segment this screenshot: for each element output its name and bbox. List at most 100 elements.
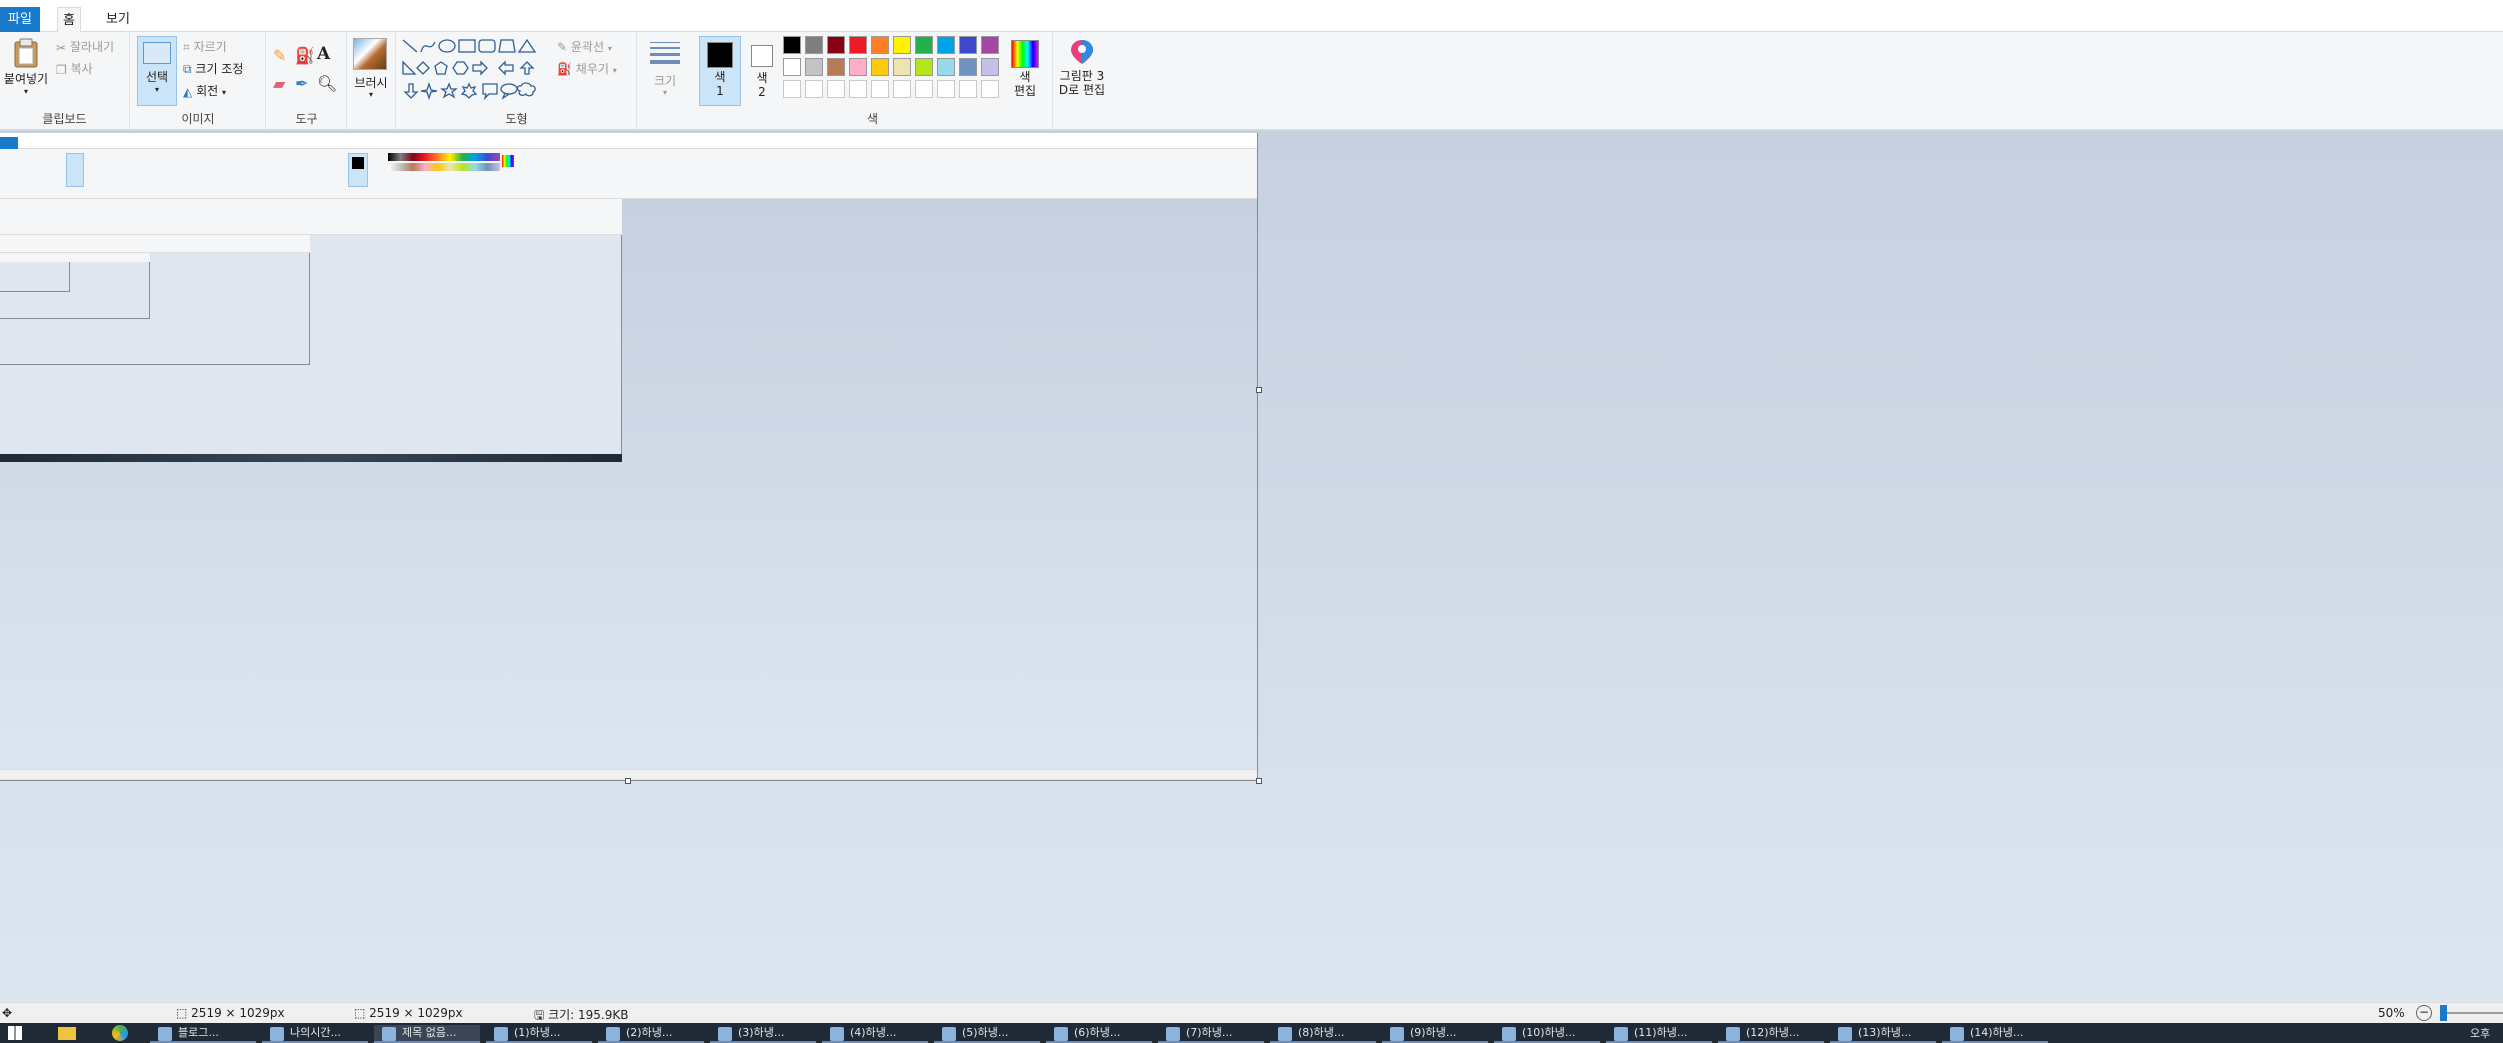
taskbar-item[interactable]: (6)하냉... <box>1046 1025 1152 1043</box>
resize-button[interactable]: ⧉ 크기 조정 <box>183 60 243 77</box>
palette-swatch[interactable] <box>937 36 955 54</box>
custom-color-slot[interactable] <box>915 80 933 98</box>
fill-label: 채우기 <box>575 62 609 76</box>
select-label: 선택 <box>145 70 169 84</box>
tools-group: ✎ ⛽ A ▰ ✒ 🔍︎ 도구 <box>267 32 347 130</box>
tab-file[interactable]: 파일 <box>0 7 40 32</box>
palette-swatch[interactable] <box>783 36 801 54</box>
taskbar-item[interactable]: 제목 없음... <box>374 1025 480 1043</box>
palette-swatch[interactable] <box>915 58 933 76</box>
size-group[interactable]: 크기 ▾ <box>638 32 692 130</box>
chevron-down-icon: ▾ <box>607 44 612 53</box>
taskbar-item[interactable]: (9)하냉... <box>1382 1025 1488 1043</box>
fill-button[interactable]: ⛽ 채우기 ▾ <box>557 60 617 77</box>
palette-swatch[interactable] <box>981 58 999 76</box>
app-icon <box>1166 1027 1180 1041</box>
taskbar-item[interactable]: (7)하냉... <box>1158 1025 1264 1043</box>
taskbar-item[interactable]: (14)하냉... <box>1942 1025 2048 1043</box>
text-tool-icon[interactable]: A <box>317 44 330 64</box>
app-icon <box>270 1027 284 1041</box>
custom-color-slot[interactable] <box>959 80 977 98</box>
rotate-button[interactable]: ◭ 회전 ▾ <box>183 82 226 99</box>
brushes-group[interactable]: 브러시 ▾ <box>348 32 396 130</box>
palette-swatch[interactable] <box>827 58 845 76</box>
taskbar-item[interactable]: (5)하냉... <box>934 1025 1040 1043</box>
palette-swatch[interactable] <box>783 58 801 76</box>
custom-color-slot[interactable] <box>893 80 911 98</box>
taskbar-item[interactable]: (2)하냉... <box>598 1025 704 1043</box>
image-group-label: 이미지 <box>181 112 215 126</box>
palette-swatch[interactable] <box>893 36 911 54</box>
fill-bucket-icon[interactable]: ⛽ <box>295 46 315 65</box>
crop-button[interactable]: ⌗ 자르기 <box>183 38 227 55</box>
palette-swatch[interactable] <box>937 58 955 76</box>
palette-swatch[interactable] <box>849 36 867 54</box>
taskbar-item[interactable]: (12)하냉... <box>1718 1025 1824 1043</box>
taskbar-item[interactable]: 블로그... <box>150 1025 256 1043</box>
taskbar-item[interactable]: (10)하냉... <box>1494 1025 1600 1043</box>
paste-button[interactable]: 붙여넣기 ▾ <box>0 38 52 96</box>
resize-handle-corner[interactable] <box>1256 778 1262 784</box>
taskbar-item[interactable]: (1)하냉... <box>486 1025 592 1043</box>
canvas-image[interactable] <box>0 133 1258 781</box>
chevron-down-icon: ▾ <box>154 85 159 94</box>
chevron-down-icon: ▾ <box>368 90 373 99</box>
resize-handle-right[interactable] <box>1256 387 1262 393</box>
taskbar-item-label: (14)하냉... <box>1970 1026 2024 1039</box>
pencil-icon[interactable]: ✎ <box>273 46 286 65</box>
selection-size-icon: ⬚ <box>354 1006 366 1020</box>
taskbar-item[interactable]: (11)하냉... <box>1606 1025 1712 1043</box>
taskbar-item[interactable]: 나의시간... <box>262 1025 368 1043</box>
palette-swatch[interactable] <box>827 36 845 54</box>
zoom-out-icon[interactable]: − <box>2416 1005 2432 1021</box>
browser-icon[interactable] <box>112 1025 128 1041</box>
taskbar-item[interactable]: (3)하냉... <box>710 1025 816 1043</box>
palette-swatch[interactable] <box>805 36 823 54</box>
select-button[interactable]: 선택 ▾ <box>137 36 177 106</box>
magnifier-icon[interactable]: 🔍︎ <box>317 74 337 93</box>
windows-start-icon[interactable] <box>8 1026 22 1040</box>
custom-color-slot[interactable] <box>827 80 845 98</box>
shapes-gallery[interactable] <box>401 38 553 100</box>
taskbar-item[interactable]: (8)하냉... <box>1270 1025 1376 1043</box>
palette-swatch[interactable] <box>915 36 933 54</box>
taskbar-item[interactable]: (13)하냉... <box>1830 1025 1936 1043</box>
color2-button[interactable]: 색 2 <box>743 36 781 106</box>
palette-swatch[interactable] <box>981 36 999 54</box>
color-wheel-icon <box>1011 40 1039 68</box>
outline-button[interactable]: ✎ 윤곽선 ▾ <box>557 38 612 55</box>
select-rect-icon <box>143 42 171 64</box>
custom-color-slot[interactable] <box>849 80 867 98</box>
palette-swatch[interactable] <box>805 58 823 76</box>
canvas-area[interactable] <box>0 131 2503 1002</box>
color-picker-icon[interactable]: ✒ <box>295 74 308 93</box>
nested-screenshot-level1 <box>0 133 1257 780</box>
tab-home[interactable]: 홈 <box>57 7 81 32</box>
outline-icon: ✎ <box>557 40 568 54</box>
zoom-slider-thumb[interactable] <box>2440 1005 2447 1021</box>
palette-swatch[interactable] <box>959 58 977 76</box>
folder-icon[interactable] <box>58 1027 76 1040</box>
paste-label: 붙여넣기 <box>3 72 49 86</box>
palette-swatch[interactable] <box>893 58 911 76</box>
palette-swatch[interactable] <box>871 36 889 54</box>
custom-color-slot[interactable] <box>805 80 823 98</box>
palette-swatch[interactable] <box>871 58 889 76</box>
palette-swatch[interactable] <box>959 36 977 54</box>
eraser-icon[interactable]: ▰ <box>273 74 285 93</box>
cut-button[interactable]: ✂ 잘라내기 <box>56 38 114 55</box>
taskbar-item[interactable]: (4)하냉... <box>822 1025 928 1043</box>
disk-icon: 🖫 <box>534 1008 545 1022</box>
custom-color-slot[interactable] <box>783 80 801 98</box>
resize-handle-bottom[interactable] <box>625 778 631 784</box>
tab-view[interactable]: 보기 <box>100 7 136 32</box>
custom-color-slot[interactable] <box>937 80 955 98</box>
color1-button[interactable]: 색 1 <box>699 36 741 106</box>
copy-button[interactable]: ❐ 복사 <box>56 60 93 77</box>
paint3d-button[interactable]: 그림판 3 D로 편집 <box>1054 38 1110 97</box>
palette-swatch[interactable] <box>849 58 867 76</box>
custom-color-slot[interactable] <box>871 80 889 98</box>
edit-colors-button[interactable]: 색 편집 <box>1005 36 1045 106</box>
zoom-slider[interactable] <box>2440 1005 2503 1021</box>
custom-color-slot[interactable] <box>981 80 999 98</box>
